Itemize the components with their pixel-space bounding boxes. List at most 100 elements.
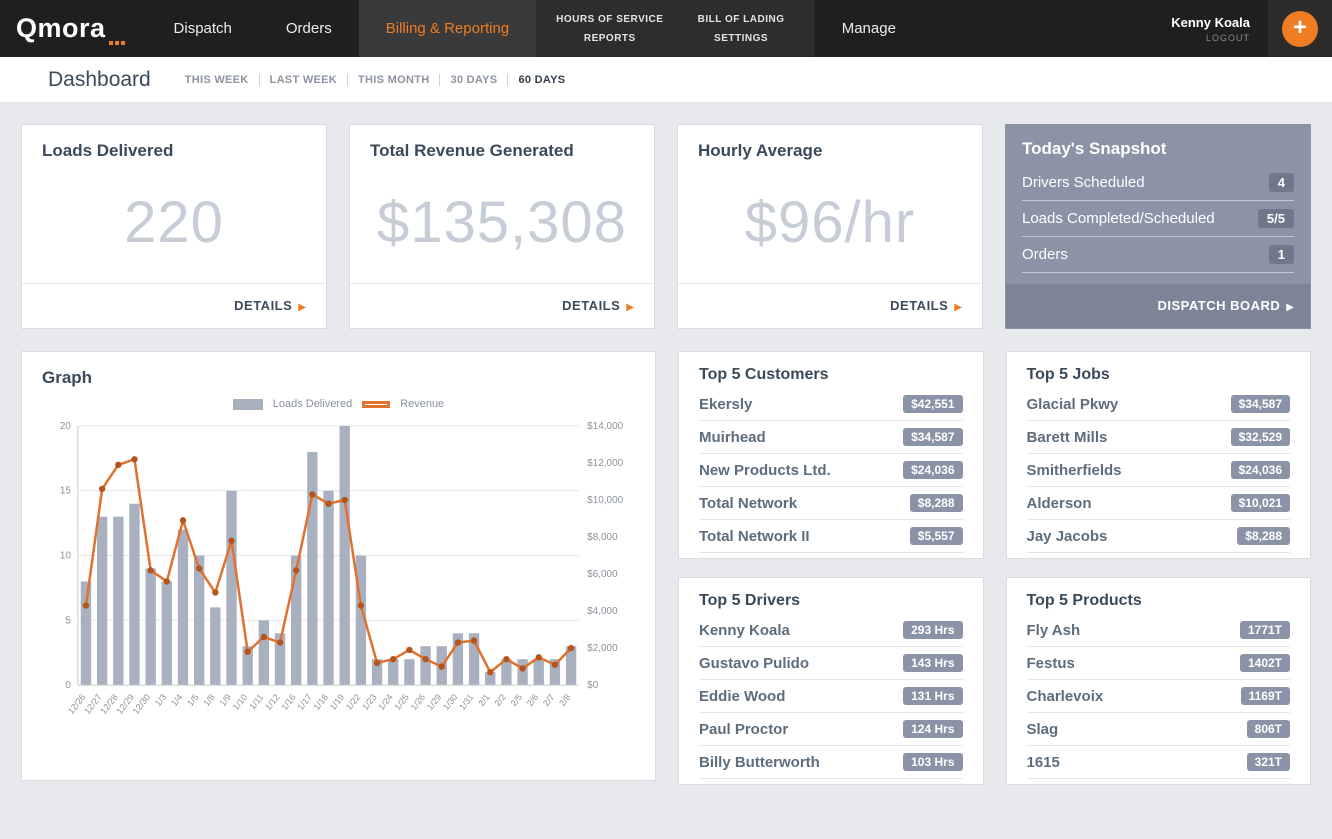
filter-last-week[interactable]: LAST WEEK bbox=[270, 74, 337, 86]
dispatch-board-button[interactable]: DISPATCH BOARD ▶ bbox=[1006, 284, 1310, 328]
brand-logo[interactable]: Qmora bbox=[0, 0, 147, 57]
snapshot-title: Today's Snapshot bbox=[1022, 139, 1167, 158]
svg-text:1/31: 1/31 bbox=[457, 692, 476, 712]
date-filters: THIS WEEK LAST WEEK THIS MONTH 30 DAYS 6… bbox=[185, 73, 566, 86]
bottom-row: Graph Loads Delivered Revenue 0 5 10 15 20 $0… bbox=[21, 351, 1311, 785]
svg-text:1/24: 1/24 bbox=[376, 692, 395, 712]
value-badge: 124 Hrs bbox=[903, 720, 963, 738]
submenu-bill-of-lading[interactable]: BILL OF LADING bbox=[687, 14, 794, 25]
svg-text:1/10: 1/10 bbox=[231, 692, 250, 712]
svg-text:0: 0 bbox=[65, 680, 71, 691]
hourly-average-value: $96/hr bbox=[744, 189, 916, 255]
svg-text:1/8: 1/8 bbox=[201, 692, 217, 708]
svg-text:2/7: 2/7 bbox=[541, 692, 557, 708]
value-badge: $42,551 bbox=[903, 395, 963, 413]
snapshot-row-drivers: Drivers Scheduled 4 bbox=[1022, 165, 1294, 201]
list-item: Festus 1402T bbox=[1026, 647, 1290, 680]
top-nav: Qmora Dispatch Orders Billing & Reportin… bbox=[0, 0, 1332, 57]
list-item: Glacial Pkwy $34,587 bbox=[1026, 388, 1290, 421]
nav-item-manage[interactable]: Manage bbox=[815, 0, 923, 57]
hourly-details-button[interactable]: DETAILS ▶ bbox=[678, 283, 982, 328]
filter-separator bbox=[507, 73, 509, 86]
top-drivers-card: Top 5 Drivers Kenny Koala 293 Hrs Gustav… bbox=[678, 577, 984, 785]
loads-details-button[interactable]: DETAILS ▶ bbox=[22, 283, 326, 328]
chevron-right-icon: ▶ bbox=[626, 302, 634, 313]
value-badge: 131 Hrs bbox=[903, 687, 963, 705]
svg-text:1/26: 1/26 bbox=[409, 692, 428, 712]
list-item: Gustavo Pulido 143 Hrs bbox=[699, 647, 963, 680]
list-item: Smitherfields $24,036 bbox=[1026, 454, 1290, 487]
list-item: Jay Jacobs $8,288 bbox=[1026, 520, 1290, 553]
graph-title: Graph bbox=[42, 368, 93, 387]
svg-text:$2,000: $2,000 bbox=[587, 643, 618, 654]
top-customers-card: Top 5 Customers Ekersly $42,551 Muirhead… bbox=[678, 351, 984, 559]
list-item: Billy Butterworth 103 Hrs bbox=[699, 746, 963, 779]
value-badge: $24,036 bbox=[903, 461, 963, 479]
card-title: Hourly Average bbox=[698, 141, 823, 160]
list-item: Total Network II $5,557 bbox=[699, 520, 963, 553]
filter-this-month[interactable]: THIS MONTH bbox=[358, 74, 429, 86]
chevron-right-icon: ▶ bbox=[298, 302, 306, 313]
chevron-right-icon: ▶ bbox=[954, 302, 962, 313]
top-products-card: Top 5 Products Fly Ash 1771T Festus 1402… bbox=[1005, 577, 1311, 785]
submenu-hours-of-service[interactable]: HOURS OF SERVICE bbox=[556, 14, 663, 25]
loads-delivered-card: Loads Delivered 220 DETAILS ▶ bbox=[21, 124, 327, 329]
svg-text:10: 10 bbox=[60, 551, 72, 562]
logout-link[interactable]: LOGOUT bbox=[1206, 33, 1250, 43]
graph-svg: 0 5 10 15 20 $0 $2,000 $4,000 $6,000 $8,000 $10,00… bbox=[60, 421, 624, 716]
nav-item-orders[interactable]: Orders bbox=[259, 0, 359, 57]
value-badge: $34,587 bbox=[1230, 395, 1290, 413]
list-item: New Products Ltd. $24,036 bbox=[699, 454, 963, 487]
snapshot-row-orders: Orders 1 bbox=[1022, 237, 1294, 273]
svg-text:1/5: 1/5 bbox=[185, 692, 201, 708]
value-badge: 293 Hrs bbox=[903, 621, 963, 639]
card-title: Total Revenue Generated bbox=[370, 141, 574, 160]
nav-item-dispatch[interactable]: Dispatch bbox=[147, 0, 259, 57]
user-block: Kenny Koala LOGOUT bbox=[1171, 0, 1268, 57]
list-item: Barett Mills $32,529 bbox=[1026, 421, 1290, 454]
total-revenue-card: Total Revenue Generated $135,308 DETAILS… bbox=[349, 124, 655, 329]
top-jobs-card: Top 5 Jobs Glacial Pkwy $34,587 Barett M… bbox=[1005, 351, 1311, 559]
value-badge: 103 Hrs bbox=[903, 753, 963, 771]
svg-text:$4,000: $4,000 bbox=[587, 606, 618, 617]
list-item: 1615 321T bbox=[1026, 746, 1290, 779]
brand-logo-text: Qmora bbox=[16, 13, 106, 43]
value-badge: 1771T bbox=[1239, 621, 1290, 639]
list-item: Kenny Koala 293 Hrs bbox=[699, 614, 963, 647]
top5-grid: Top 5 Customers Ekersly $42,551 Muirhead… bbox=[678, 351, 1311, 785]
top-drivers-list: Kenny Koala 293 Hrs Gustavo Pulido 143 H… bbox=[699, 614, 963, 779]
graph-card: Graph Loads Delivered Revenue 0 5 10 15 20 $0… bbox=[21, 351, 656, 781]
filter-30-days[interactable]: 30 DAYS bbox=[450, 74, 497, 86]
card-title: Loads Delivered bbox=[42, 141, 174, 160]
nav-item-billing-reporting[interactable]: Billing & Reporting bbox=[358, 0, 537, 57]
submenu-settings[interactable]: SETTINGS bbox=[687, 33, 794, 44]
user-name: Kenny Koala bbox=[1171, 14, 1250, 30]
add-button-area: + bbox=[1268, 0, 1332, 57]
add-button[interactable]: + bbox=[1282, 10, 1318, 47]
status-badge: 4 bbox=[1268, 173, 1294, 192]
value-badge: $24,036 bbox=[1230, 461, 1290, 479]
filter-60-days[interactable]: 60 DAYS bbox=[518, 74, 565, 86]
svg-text:$12,000: $12,000 bbox=[587, 458, 623, 469]
filter-this-week[interactable]: THIS WEEK bbox=[185, 74, 249, 86]
svg-text:1/4: 1/4 bbox=[169, 692, 185, 708]
list-item: Slag 806T bbox=[1026, 713, 1290, 746]
svg-text:1/23: 1/23 bbox=[360, 692, 379, 712]
svg-text:$10,000: $10,000 bbox=[587, 495, 623, 506]
svg-text:1/22: 1/22 bbox=[344, 692, 363, 712]
brand-logo-dots-icon bbox=[108, 41, 125, 45]
list-item: Paul Proctor 124 Hrs bbox=[699, 713, 963, 746]
filter-separator bbox=[347, 73, 349, 86]
value-badge: $10,021 bbox=[1230, 494, 1290, 512]
page-title: Dashboard bbox=[48, 67, 151, 91]
revenue-details-button[interactable]: DETAILS ▶ bbox=[350, 283, 654, 328]
value-badge: 321T bbox=[1246, 753, 1290, 771]
svg-text:1/19: 1/19 bbox=[328, 692, 347, 712]
svg-text:5: 5 bbox=[65, 615, 71, 626]
submenu-reports[interactable]: REPORTS bbox=[556, 33, 663, 44]
dashboard-main: Loads Delivered 220 DETAILS ▶ Total Reven… bbox=[0, 103, 1332, 806]
svg-text:2/5: 2/5 bbox=[509, 692, 525, 708]
svg-text:20: 20 bbox=[60, 421, 72, 432]
status-badge: 1 bbox=[1268, 245, 1294, 264]
